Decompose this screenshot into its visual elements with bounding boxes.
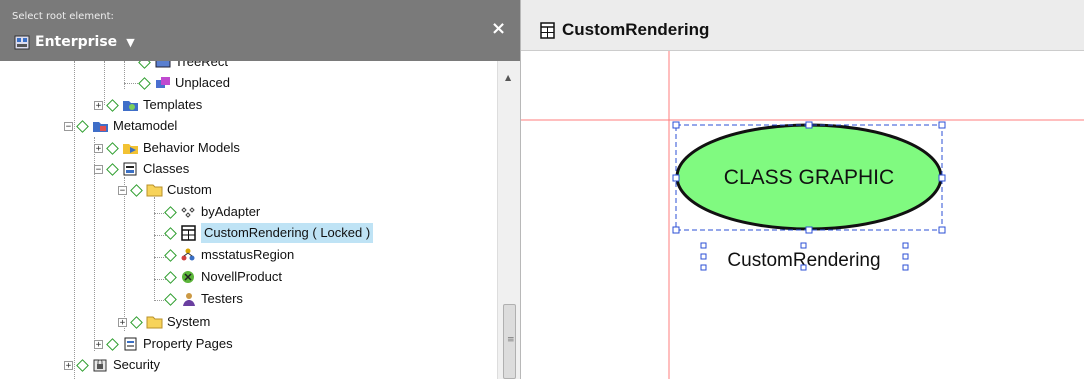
- tree-item-label: Metamodel: [113, 118, 178, 133]
- collapse-icon[interactable]: −: [64, 121, 73, 131]
- editor-title: CustomRendering: [539, 20, 709, 40]
- chevron-down-icon: ▼: [126, 35, 135, 49]
- novell-icon: [180, 270, 197, 285]
- metamodel-icon: [92, 119, 109, 134]
- tree-item-label: msstatusRegion: [201, 247, 295, 262]
- tree-item-behavior-models[interactable]: + Behavior Models: [94, 138, 240, 158]
- tree-item-label: TreeRect: [175, 61, 228, 69]
- diamond-icon: [106, 141, 119, 155]
- testers-icon: [180, 292, 197, 307]
- diamond-icon: [106, 98, 119, 112]
- class-table-icon: [180, 225, 197, 241]
- diamond-icon: [164, 226, 177, 240]
- tree-item-msstatusregion[interactable]: msstatusRegion: [164, 245, 294, 265]
- diamond-icon: [138, 76, 151, 90]
- region-icon: [180, 248, 197, 263]
- diamond-icon: [76, 358, 89, 372]
- diamond-icon: [164, 292, 177, 306]
- root-element-value: Enterprise: [35, 34, 118, 50]
- tree-item-testers[interactable]: Testers: [164, 289, 243, 309]
- tree-panel: Select root element: Enterprise ▼ × Tree…: [0, 0, 521, 379]
- tree-item-label: Unplaced: [175, 75, 230, 90]
- expand-icon[interactable]: +: [64, 360, 73, 370]
- drawing-canvas[interactable]: CLASS GRAPHIC CustomRendering: [521, 51, 1084, 379]
- diamond-icon: [164, 270, 177, 284]
- classes-icon: [122, 162, 139, 177]
- tree-item-templates[interactable]: + Templates: [94, 95, 202, 115]
- expand-icon[interactable]: +: [94, 100, 103, 110]
- tree-item-label: Classes: [143, 161, 190, 176]
- scroll-thumb[interactable]: ≡: [503, 304, 516, 379]
- tree-panel-header: Select root element: Enterprise ▼ ×: [0, 0, 520, 61]
- grip-icon: ≡: [507, 335, 515, 345]
- tree-scrollbar[interactable]: ▲ ≡: [497, 61, 520, 379]
- element-tree: TreeRect Unplaced + Templates − Metamode…: [0, 61, 497, 379]
- close-icon[interactable]: ×: [491, 18, 506, 39]
- tree-item-label: Testers: [201, 291, 243, 306]
- tree-item-metamodel[interactable]: − Metamodel: [64, 116, 177, 136]
- diamond-icon: [106, 337, 119, 351]
- tree-item-unplaced[interactable]: Unplaced: [138, 73, 230, 93]
- folder-icon: [146, 183, 163, 198]
- tree-item-label: NovellProduct: [201, 269, 282, 284]
- tree-item-label: Behavior Models: [143, 140, 240, 155]
- templates-icon: [122, 98, 139, 113]
- tree-item-novellproduct[interactable]: NovellProduct: [164, 267, 282, 287]
- diamond-icon: [130, 315, 143, 329]
- tree-item-customrendering[interactable]: CustomRendering ( Locked ): [164, 223, 374, 243]
- security-icon: [92, 358, 109, 373]
- scroll-up-arrow-icon[interactable]: ▲: [505, 73, 511, 82]
- expand-icon[interactable]: +: [94, 143, 103, 153]
- expand-icon[interactable]: +: [118, 317, 127, 327]
- collapse-icon[interactable]: −: [94, 164, 103, 174]
- enterprise-icon: [14, 35, 30, 49]
- editor-panel: CustomRendering CLASS GRAPHIC CustomRend…: [521, 0, 1084, 379]
- editor-title-text: CustomRendering: [562, 20, 710, 39]
- unplaced-icon: [154, 76, 171, 91]
- folder-icon: [146, 315, 163, 330]
- tree-item-system[interactable]: + System: [118, 312, 210, 332]
- tree-item-byadapter[interactable]: byAdapter: [164, 202, 260, 222]
- select-root-label: Select root element:: [12, 11, 114, 22]
- behavior-models-icon: [122, 141, 139, 156]
- diamond-icon: [106, 162, 119, 176]
- class-table-icon: [540, 21, 555, 39]
- class-graphic-text: CLASS GRAPHIC: [724, 166, 894, 189]
- diamond-icon: [164, 205, 177, 219]
- collapse-icon[interactable]: −: [118, 185, 127, 195]
- diamond-icon: [76, 119, 89, 133]
- property-pages-icon: [122, 337, 139, 352]
- tree-item-label: System: [167, 314, 211, 329]
- tree-item-label: Custom: [167, 182, 212, 197]
- tree-item-label: byAdapter: [201, 204, 261, 219]
- expand-icon[interactable]: +: [94, 339, 103, 349]
- root-element-dropdown[interactable]: Enterprise ▼: [14, 34, 135, 50]
- tree-item-label: Security: [113, 357, 160, 372]
- tree-item-property-pages[interactable]: + Property Pages: [94, 334, 233, 354]
- editor-header: CustomRendering: [521, 0, 1084, 51]
- tree-item-security[interactable]: + Security: [64, 355, 160, 375]
- treerect-icon: [154, 61, 171, 70]
- diamond-icon: [130, 183, 143, 197]
- tree-item-label: Templates: [143, 97, 203, 112]
- diamond-icon: [164, 248, 177, 262]
- adapter-icon: [180, 205, 197, 220]
- diamond-icon: [138, 61, 151, 69]
- tree-item-label: Property Pages: [143, 336, 233, 351]
- tree-item-custom[interactable]: − Custom: [118, 180, 212, 200]
- tree-item-treerect[interactable]: TreeRect: [138, 61, 228, 72]
- tree-item-label: CustomRendering ( Locked ): [201, 223, 374, 243]
- tree-item-classes[interactable]: − Classes: [94, 159, 189, 179]
